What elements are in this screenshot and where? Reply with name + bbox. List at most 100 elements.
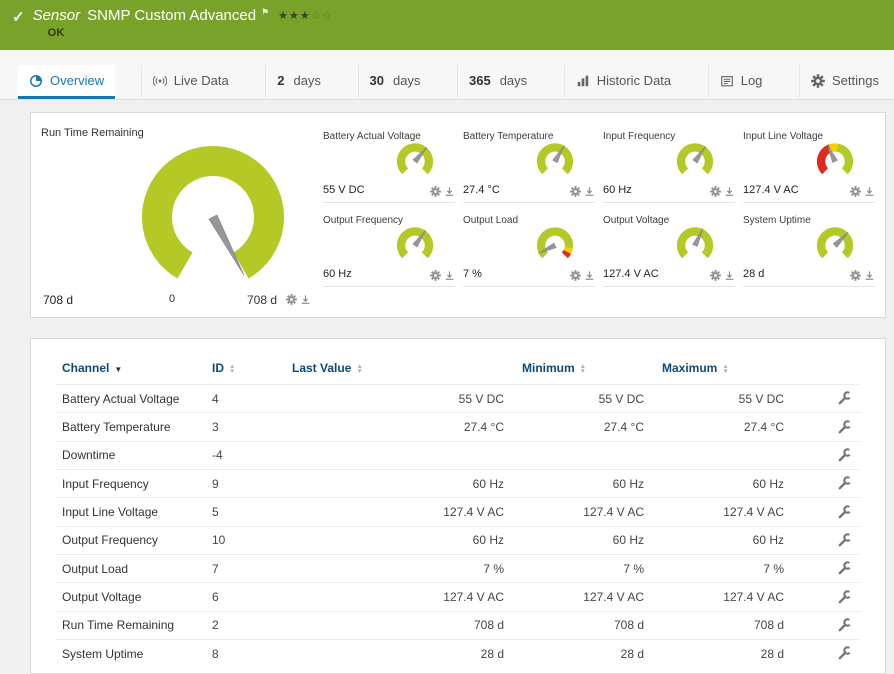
pin-icon[interactable] [864,270,875,281]
gauge-value: 60 Hz [603,184,632,196]
pin-icon[interactable] [444,186,455,197]
star-icon[interactable]: ★ [289,10,300,22]
gauge-value: 28 d [743,268,765,280]
sort-icon: ▲ ▼ [722,362,729,375]
bars-icon [576,74,590,88]
object-kind-label: Sensor [32,7,81,24]
gauge-value: 27.4 °C [463,184,500,196]
channel-id: 9 [206,468,286,498]
star-icon[interactable]: ☆ [311,10,322,22]
tab-2-days[interactable]: 2 days [265,65,332,99]
wrench-icon[interactable] [837,420,852,435]
sensor-header: ✓ Sensor SNMP Custom Advanced ⚑ ★★★☆☆ OK [0,0,894,50]
gear-icon[interactable] [710,186,721,197]
sort-desc-icon: ▼ [114,365,123,374]
wrench-icon[interactable] [837,448,852,463]
wrench-icon[interactable] [837,646,852,661]
sort-icon: ▲ ▼ [579,362,587,375]
gear-icon[interactable] [286,294,297,305]
channel-name: Output Voltage [56,582,206,612]
pin-icon[interactable] [724,270,735,281]
last-value: 127.4 V AC [286,497,516,527]
gauge-actions [710,270,735,281]
last-value: 60 Hz [286,468,516,498]
gauge-actions [430,270,455,281]
wrench-icon[interactable] [837,590,852,605]
gauge-tile: System Uptime 28 d [743,213,875,287]
wrench-icon[interactable] [837,505,852,520]
star-icon[interactable]: ★ [278,10,289,22]
col-label: Channel [62,361,110,375]
status-badge: OK [47,27,65,39]
channels-panel: Channel ▼ ID ▲ ▼ Last Value ▲ ▼ Minimum ▲ ▼ Maximum… [30,338,886,674]
tab-log[interactable]: Log [707,65,774,99]
gear-icon[interactable] [850,270,861,281]
gear-icon[interactable] [710,270,721,281]
channel-id: 6 [206,582,286,612]
last-value: 127.4 V AC [286,582,516,612]
col-header-id[interactable]: ID ▲ ▼ [206,355,286,385]
status-check-icon: ✓ [12,9,25,26]
pin-icon[interactable] [724,186,735,197]
col-label: Maximum [662,361,718,375]
tab-30-days[interactable]: 30 days [357,65,432,99]
gauge-footer: 708 d 0 708 d [41,293,313,311]
gear-icon[interactable] [430,186,441,197]
gauge-chart [676,227,714,259]
channel-name: Input Line Voltage [56,497,206,527]
gauge-actions [570,270,595,281]
gear-icon[interactable] [850,186,861,197]
gauge-tile: Output Load 7 % [463,213,595,287]
gear-icon [810,73,825,88]
tab-overview[interactable]: Overview [18,65,116,99]
col-header-last-value[interactable]: Last Value ▲ ▼ [286,355,516,385]
channel-name: Output Frequency [56,525,206,555]
pin-icon[interactable] [300,294,311,305]
col-label: Last Value [292,361,352,375]
channel-name: Downtime [56,440,206,470]
table-row: Run Time Remaining 2 708 d 708 d 708 d [56,610,860,640]
maximum-value: 60 Hz [656,525,796,555]
pin-icon[interactable] [584,186,595,197]
wrench-icon[interactable] [837,391,852,406]
wrench-icon[interactable] [837,476,852,491]
gauge-chart [816,227,854,259]
gauge-value: 55 V DC [323,184,365,196]
gauge-value: 127.4 V AC [603,268,659,280]
gear-icon[interactable] [430,270,441,281]
table-row: System Uptime 8 28 d 28 d 28 d [56,638,860,668]
sort-icon: ▲ ▼ [229,362,236,375]
star-icon[interactable]: ★ [300,10,311,22]
tab-live-data[interactable]: Live Data [140,65,240,99]
broadcast-icon [152,74,167,88]
tab-365-days[interactable]: 365 days [457,65,538,99]
tab-label: Settings [831,73,879,88]
wrench-icon[interactable] [837,533,852,548]
minimum-value: 55 V DC [516,383,656,413]
gauge-value: 708 d [43,293,74,307]
minimum-value: 60 Hz [516,468,656,498]
gear-icon[interactable] [570,270,581,281]
gauge-value: 7 % [463,268,482,280]
minimum-value: 127.4 V AC [516,582,656,612]
table-row: Downtime -4 [56,440,860,470]
gauges-panel: Run Time Remaining 708 d 0 708 d Battery… [30,112,886,318]
pin-icon[interactable] [444,270,455,281]
tab-historic-data[interactable]: Historic Data [563,65,682,99]
gauge-actions [710,186,735,197]
pin-icon[interactable] [864,186,875,197]
wrench-icon[interactable] [837,618,852,633]
col-header-channel[interactable]: Channel ▼ [56,355,206,385]
pin-icon[interactable] [584,270,595,281]
star-rating[interactable]: ★★★☆☆ [278,9,332,22]
col-header-maximum[interactable]: Maximum ▲ ▼ [656,355,796,385]
gauge-chart [536,227,574,259]
wrench-icon[interactable] [837,561,852,576]
channel-settings-cell [796,610,860,640]
col-header-minimum[interactable]: Minimum ▲ ▼ [516,355,656,385]
star-icon[interactable]: ☆ [322,10,333,22]
gear-icon[interactable] [570,186,581,197]
tab-settings[interactable]: Settings [798,65,890,99]
tab-bar: Overview Live Data 2 days 30 days 365 days Histo… [0,50,894,100]
gauge-tile: Input Line Voltage 127.4 V AC [743,129,875,203]
